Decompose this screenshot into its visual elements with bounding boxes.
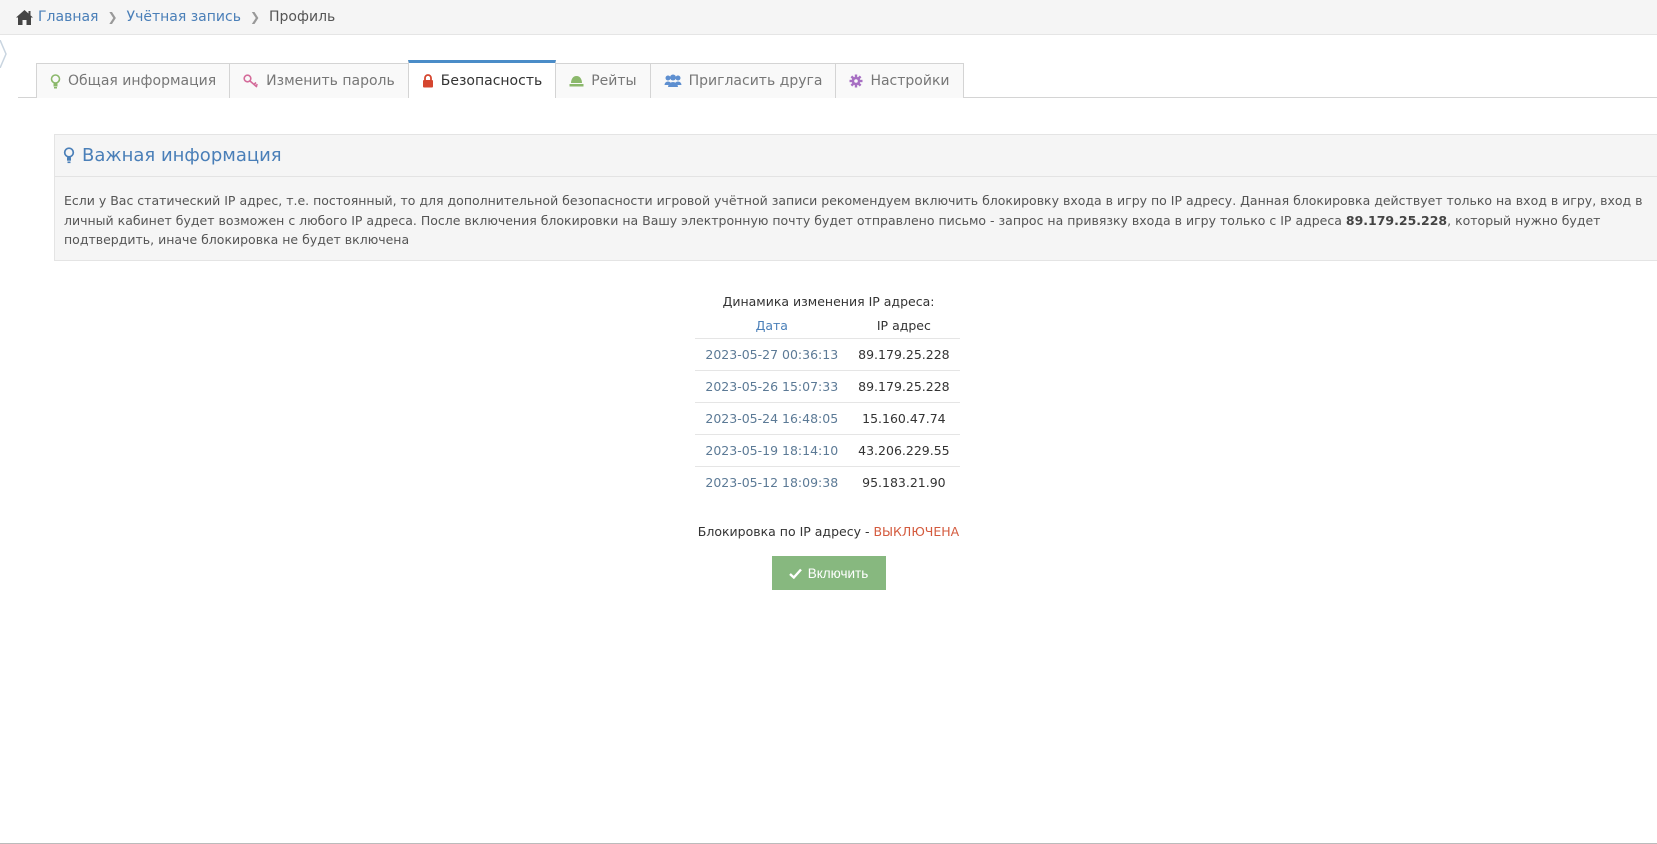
table-row: 2023-05-19 18:14:10 43.206.229.55 bbox=[695, 434, 960, 467]
gear-icon bbox=[849, 74, 863, 88]
tab-label: Общая информация bbox=[68, 73, 217, 89]
column-header-ip: IP адрес bbox=[876, 317, 931, 333]
lightbulb-icon bbox=[50, 73, 61, 89]
breadcrumb: Главная ❯ Учётная запись ❯ Профиль bbox=[0, 0, 1657, 35]
tab-label: Изменить пароль bbox=[266, 73, 395, 89]
row-date: 2023-05-24 16:48:05 bbox=[695, 402, 849, 435]
sidebar-toggle-icon[interactable] bbox=[0, 40, 8, 68]
row-date: 2023-05-26 15:07:33 bbox=[695, 370, 849, 403]
breadcrumb-home-link[interactable]: Главная bbox=[38, 9, 98, 25]
row-ip: 95.183.21.90 bbox=[848, 466, 960, 498]
check-icon bbox=[788, 568, 802, 579]
breadcrumb-account-link[interactable]: Учётная запись bbox=[127, 9, 241, 25]
breadcrumb-current: Профиль bbox=[269, 9, 336, 25]
panel-text: Если у Вас статический IP адрес, т.е. по… bbox=[55, 177, 1657, 250]
tab-change-password[interactable]: Изменить пароль bbox=[229, 63, 409, 98]
table-row: 2023-05-27 00:36:13 89.179.25.228 bbox=[695, 338, 960, 371]
ip-lock-status: Блокировка по IP адресу - ВЫКЛЮЧЕНА bbox=[0, 524, 1657, 539]
table-header-row: Дата IP адрес bbox=[695, 312, 959, 339]
status-label: Блокировка по IP адресу - bbox=[697, 524, 874, 539]
profile-tabs: Общая информация Изменить пароль Безопас… bbox=[36, 60, 964, 98]
table-row: 2023-05-12 18:09:38 95.183.21.90 bbox=[695, 466, 960, 498]
chevron-right-icon: ❯ bbox=[249, 10, 261, 24]
tab-label: Пригласить друга bbox=[688, 73, 823, 89]
table-row: 2023-05-24 16:48:05 15.160.47.74 bbox=[695, 402, 960, 435]
ip-history-section: Динамика изменения IP адреса: Дата IP ад… bbox=[0, 292, 1657, 590]
important-info-panel: Важная информация Если у Вас статический… bbox=[54, 134, 1657, 261]
current-ip: 89.179.25.228 bbox=[1345, 212, 1448, 228]
column-header-date: Дата bbox=[755, 317, 788, 333]
row-ip: 43.206.229.55 bbox=[848, 434, 960, 467]
ip-history-caption: Динамика изменения IP адреса: bbox=[722, 294, 935, 309]
ip-history-table: Дата IP адрес 2023-05-27 00:36:13 89.179… bbox=[695, 312, 960, 498]
key-icon bbox=[243, 73, 259, 89]
table-row: 2023-05-26 15:07:33 89.179.25.228 bbox=[695, 370, 960, 403]
home-icon[interactable] bbox=[15, 9, 34, 26]
row-ip: 89.179.25.228 bbox=[848, 338, 960, 371]
enable-ip-lock-button[interactable]: Включить bbox=[771, 556, 886, 590]
chevron-right-icon: ❯ bbox=[107, 10, 118, 24]
tab-label: Настройки bbox=[870, 73, 950, 89]
panel-title: Важная информация bbox=[82, 145, 282, 166]
tab-label: Рейты bbox=[591, 73, 637, 89]
status-badge: ВЫКЛЮЧЕНА bbox=[873, 524, 960, 539]
row-ip: 89.179.25.228 bbox=[848, 370, 960, 403]
tab-general-info[interactable]: Общая информация bbox=[36, 63, 231, 98]
users-icon bbox=[664, 74, 682, 88]
panel-header: Важная информация bbox=[55, 135, 1657, 177]
tab-label: Безопасность bbox=[440, 72, 543, 89]
rates-icon bbox=[569, 75, 584, 87]
tab-settings[interactable]: Настройки bbox=[835, 63, 964, 98]
tab-invite-friend[interactable]: Пригласить друга bbox=[649, 63, 837, 98]
enable-button-label: Включить bbox=[807, 565, 869, 581]
row-date: 2023-05-12 18:09:38 bbox=[695, 466, 849, 498]
lightbulb-icon bbox=[63, 147, 75, 164]
tab-security[interactable]: Безопасность bbox=[407, 60, 557, 98]
row-date: 2023-05-19 18:14:10 bbox=[695, 434, 849, 467]
lock-icon bbox=[422, 73, 434, 88]
row-date: 2023-05-27 00:36:13 bbox=[695, 338, 849, 371]
row-ip: 15.160.47.74 bbox=[848, 402, 960, 435]
tab-rates[interactable]: Рейты bbox=[555, 63, 651, 98]
